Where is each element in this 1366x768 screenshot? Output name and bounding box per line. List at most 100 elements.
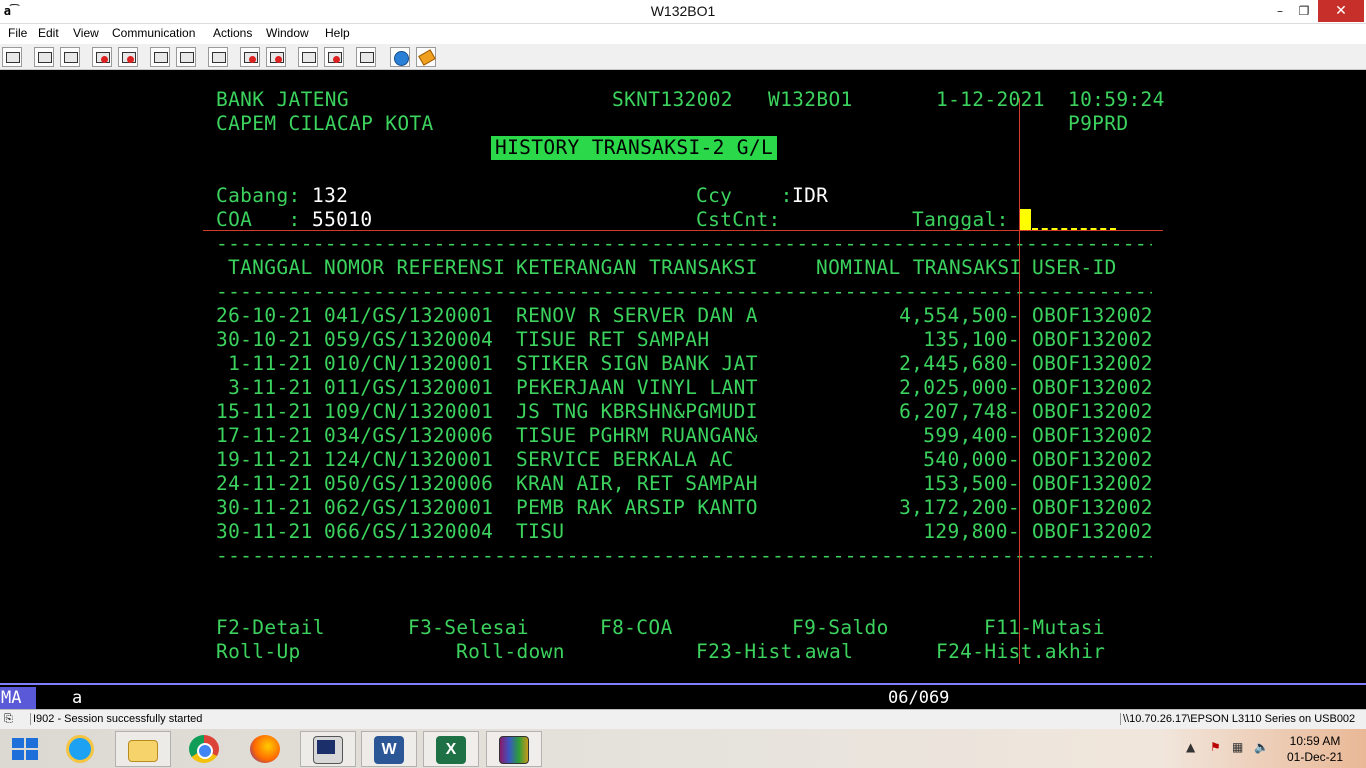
row-user: OBOF132002 (1032, 352, 1153, 375)
fkey-f11[interactable]: F11-Mutasi (984, 616, 1105, 640)
row-referensi: 109/CN/1320001 (324, 400, 494, 423)
record-macro-icon[interactable] (240, 47, 260, 67)
start-icon[interactable] (12, 738, 38, 760)
print-screen-icon[interactable] (2, 47, 22, 67)
taskbar-firefox[interactable] (238, 731, 294, 767)
menu-file[interactable]: File (8, 26, 27, 40)
row-tanggal: 3-11-21 (216, 376, 313, 399)
row-nominal: 3,172,200- (899, 496, 1020, 519)
status-bar: ⎘ I902 - Session successfully started \\… (0, 709, 1366, 729)
row-nominal: 153,500- (923, 472, 1020, 495)
row-user: OBOF132002 (1032, 400, 1153, 423)
row-keterangan: RENOV R SERVER DAN A (516, 304, 758, 327)
menu-window[interactable]: Window (266, 26, 309, 40)
taskbar-winrar[interactable] (486, 731, 542, 767)
network-icon[interactable]: ▦ (1232, 740, 1243, 754)
copy-icon[interactable] (34, 47, 54, 67)
macro-icon[interactable] (208, 47, 228, 67)
menu-view[interactable]: View (73, 26, 99, 40)
close-button[interactable]: ✕ (1318, 0, 1364, 22)
row-nominal: 2,025,000- (899, 376, 1020, 399)
row-referensi: 059/GS/1320004 (324, 328, 494, 351)
menu-help[interactable]: Help (325, 26, 350, 40)
clock-date: 01-Dec-21 (1286, 750, 1344, 764)
taskbar-file-explorer[interactable] (115, 731, 171, 767)
taskbar-word[interactable]: W (361, 731, 417, 767)
row-user: OBOF132002 (1032, 496, 1153, 519)
ccy-label: Ccy : (696, 184, 793, 207)
row-nominal: 540,000- (923, 448, 1020, 471)
fkey-f8[interactable]: F8-COA (600, 616, 673, 640)
window-title: W132BO1 (650, 3, 716, 19)
row-user: OBOF132002 (1032, 448, 1153, 471)
row-tanggal: 26-10-21 (216, 304, 313, 327)
session-indicator: MA (0, 687, 36, 709)
system-clock[interactable]: 10:59 AM 01-Dec-21 (1280, 733, 1350, 765)
fkey-rolldown[interactable]: Roll-down (456, 640, 565, 664)
fkey-f23[interactable]: F23-Hist.awal (696, 640, 853, 664)
row-keterangan: SERVICE BERKALA AC (516, 448, 734, 471)
play-macro-icon[interactable] (266, 47, 286, 67)
menu-actions[interactable]: Actions (213, 26, 252, 40)
terminal-screen[interactable]: BANK JATENG SKNT132002 W132BO1 1-12-2021… (0, 70, 1366, 682)
taskbar-chrome[interactable] (177, 731, 233, 767)
row-user: OBOF132002 (1032, 520, 1153, 543)
taskbar: W X ▲ ⚑ ▦ 🔈 10:59 AM 01-Dec-21 (0, 729, 1366, 768)
row-referensi: 066/GS/1320004 (324, 520, 494, 543)
toolbar (0, 44, 1366, 70)
taskbar-internet-explorer[interactable] (54, 731, 110, 767)
screen-time: 10:59:24 (1068, 88, 1165, 111)
row-keterangan: TISUE PGHRM RUANGAN& (516, 424, 758, 447)
send-file-icon[interactable] (92, 47, 112, 67)
row-nominal: 6,207,748- (899, 400, 1020, 423)
row-user: OBOF132002 (1032, 328, 1153, 351)
chrome-icon (189, 735, 219, 763)
row-referensi: 010/CN/1320001 (324, 352, 494, 375)
menu-communication[interactable]: Communication (112, 26, 195, 40)
separator-header: ----------------------------------------… (216, 280, 1152, 303)
environment-code: P9PRD (1068, 112, 1129, 135)
paste-icon[interactable] (60, 47, 80, 67)
clock-time: 10:59 AM (1289, 734, 1341, 748)
fkey-f9[interactable]: F9-Saldo (792, 616, 889, 640)
taskbar-excel[interactable]: X (423, 731, 479, 767)
receive-file-icon[interactable] (118, 47, 138, 67)
maximize-button[interactable]: ❐ (1290, 0, 1318, 22)
row-nominal: 4,554,500- (899, 304, 1020, 327)
tray-overflow-icon[interactable]: ▲ (1186, 740, 1195, 754)
volume-icon[interactable]: 🔈 (1254, 740, 1269, 754)
row-keterangan: PEKERJAAN VINYL LANT (516, 376, 758, 399)
row-referensi: 062/GS/1320001 (324, 496, 494, 519)
fkey-f2[interactable]: F2-Detail (216, 616, 325, 640)
macro-edit-icon[interactable] (324, 47, 344, 67)
taskbar-terminal[interactable] (300, 731, 356, 767)
input-mode: a (72, 688, 83, 708)
row-tanggal: 1-11-21 (216, 352, 313, 375)
fkey-rollup[interactable]: Roll-Up (216, 640, 301, 664)
key-icon[interactable] (416, 47, 436, 67)
display-icon[interactable] (150, 47, 170, 67)
operator-info-area: MA a 06/069 (0, 683, 1366, 709)
globe-icon[interactable] (390, 47, 410, 67)
row-keterangan: KRAN AIR, RET SAMPAH (516, 472, 758, 495)
action-center-flag-icon[interactable]: ⚑ (1210, 740, 1221, 754)
row-tanggal: 30-11-21 (216, 496, 313, 519)
row-tanggal: 30-11-21 (216, 520, 313, 543)
firefox-icon (250, 735, 280, 763)
fkey-f3[interactable]: F3-Selesai (408, 616, 529, 640)
row-keterangan: TISUE RET SAMPAH (516, 328, 710, 351)
separator-bottom: ----------------------------------------… (216, 544, 1152, 567)
header-tanggal: TANGGAL (228, 256, 313, 279)
file-explorer-icon (128, 740, 158, 762)
row-referensi: 050/GS/1320006 (324, 472, 494, 495)
stop-macro-icon[interactable] (298, 47, 318, 67)
row-nominal: 129,800- (923, 520, 1020, 543)
row-keterangan: TISU (516, 520, 565, 543)
header-referensi: NOMOR REFERENSI (324, 256, 506, 279)
fkey-f24[interactable]: F24-Hist.akhir (936, 640, 1105, 664)
menu-edit[interactable]: Edit (38, 26, 59, 40)
keyboard-icon[interactable] (176, 47, 196, 67)
clipboard-icon[interactable] (356, 47, 376, 67)
row-nominal: 599,400- (923, 424, 1020, 447)
separator-top: ----------------------------------------… (216, 232, 1152, 255)
